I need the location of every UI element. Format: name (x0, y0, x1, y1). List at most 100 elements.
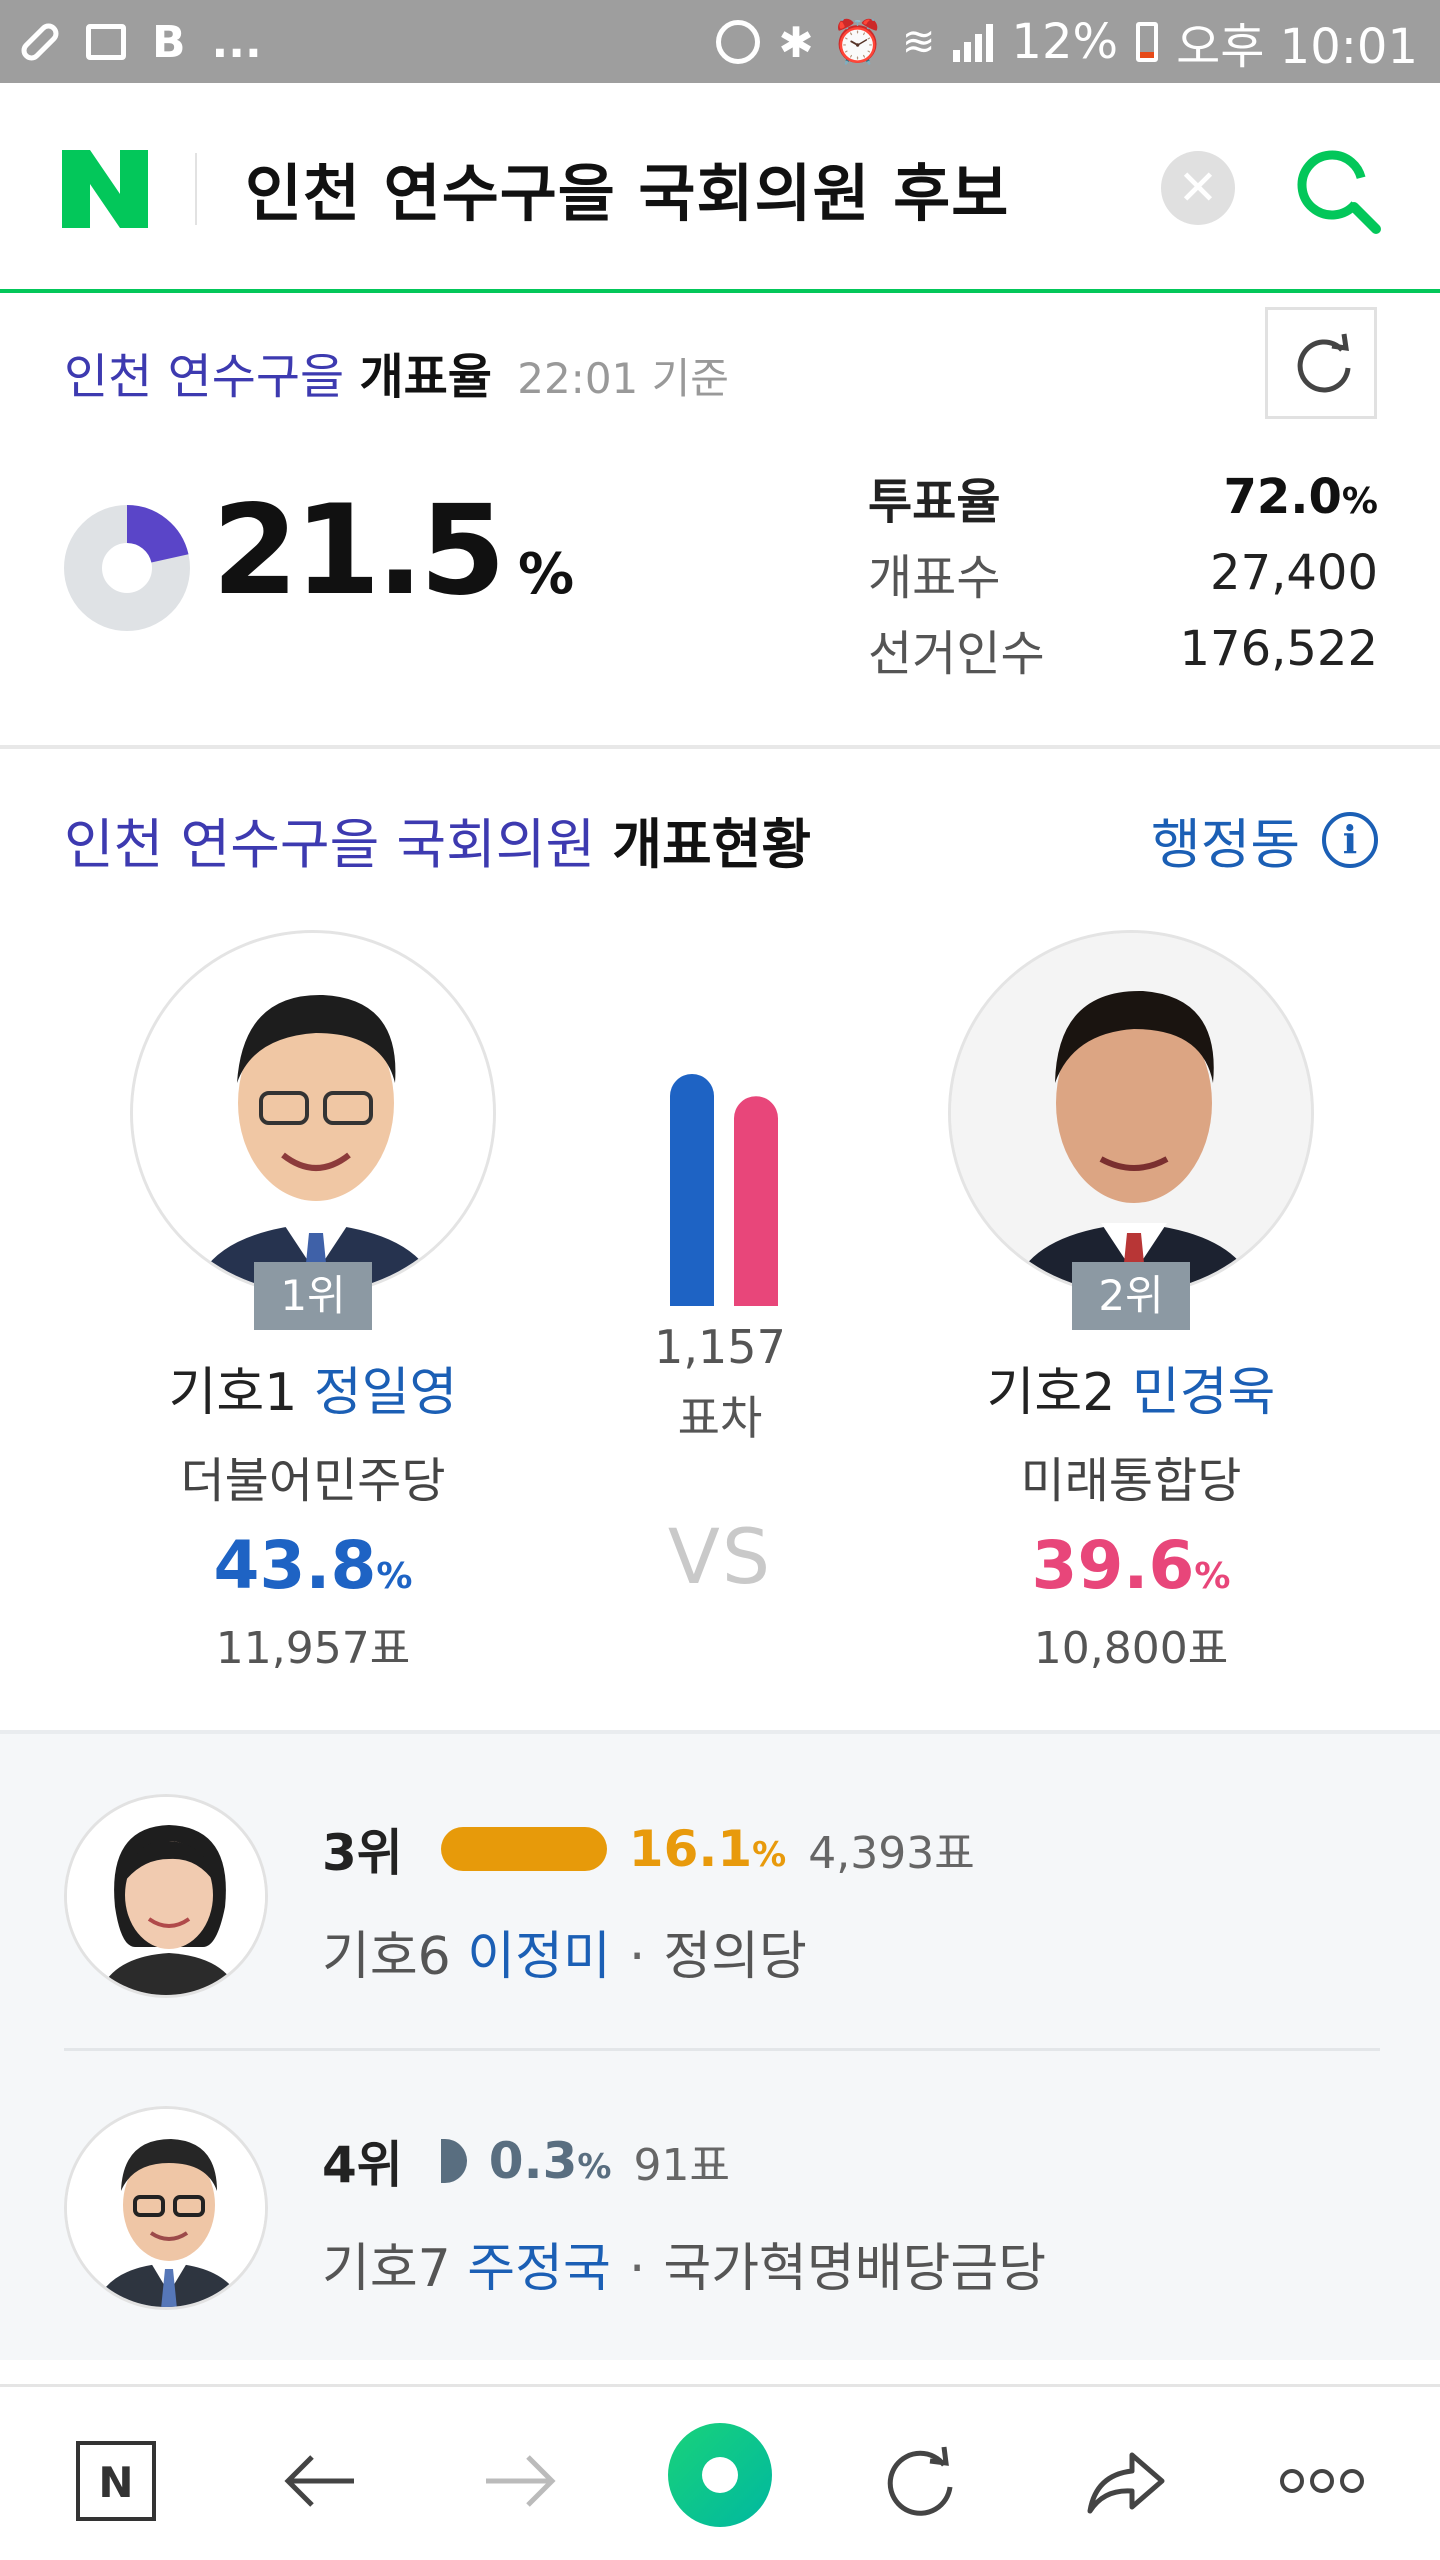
naver-home-button[interactable]: N (66, 2431, 166, 2531)
vote-share-bars (670, 1074, 778, 1306)
district-link-label: 행정동 (1150, 813, 1300, 876)
candidate-row-4[interactable]: 4위 0.3% 91표 기호7 주정국 · 국가혁명배당금당 (64, 2106, 1380, 2376)
candidate-row-3[interactable]: 3위 16.1% 4,393표 기호6 이정미 · 정의당 (64, 1794, 1380, 2064)
candidate-name-line: 기호1 정일영 (128, 1350, 498, 1425)
counting-rate-section: 인천 연수구을 개표율 22:01 기준 21.5% 투표율 72.0% 개표수… (0, 297, 1440, 747)
counted-label: 개표수 (868, 550, 1001, 606)
candidate-party: 정의당 (663, 1927, 807, 1987)
vote-share-bar (440, 2139, 467, 2183)
candidate-photo (948, 930, 1314, 1296)
back-button[interactable] (270, 2431, 370, 2531)
candidate-name[interactable]: 정일영 (314, 1363, 458, 1423)
separator-dot: · (628, 1927, 646, 1987)
search-icon[interactable] (1290, 143, 1386, 239)
candidate-name[interactable]: 주정국 (467, 2239, 611, 2299)
candidate-photo (64, 1794, 268, 1998)
rank-badge: 1위 (254, 1262, 372, 1330)
candidate-party: 국가혁명배당금당 (663, 2239, 1047, 2299)
vote-gap-label: 표차 (677, 1391, 763, 1445)
counting-rate-title: 인천 연수구을 개표율 22:01 기준 (64, 337, 729, 407)
candidate-result-line: 3위 16.1% 4,393표 (322, 1814, 975, 1884)
share-button[interactable] (1074, 2431, 1174, 2531)
candidate-number: 기호7 (322, 2239, 451, 2299)
other-candidates: 3위 16.1% 4,393표 기호6 이정미 · 정의당 4위 0.3% 91… (0, 1730, 1440, 2360)
candidate-name[interactable]: 이정미 (467, 1927, 611, 1987)
search-header: 인천 연수구을 국회의원 후보 ✕ (0, 83, 1440, 293)
more-dots-icon (1280, 2469, 1364, 2493)
candidate-rank: 4위 (322, 2136, 403, 2194)
forward-arrow-icon (486, 2455, 556, 2507)
vote-rate-row: 투표율 72.0% (868, 459, 1378, 535)
battery-icon (1136, 22, 1159, 62)
candidate-photo (130, 930, 496, 1296)
counted-row: 개표수 27,400 (868, 535, 1378, 611)
vote-bar-2 (734, 1096, 778, 1306)
vote-share-bar (440, 1827, 607, 1871)
forward-button[interactable] (470, 2431, 570, 2531)
candidate-party: 더불어민주당 (180, 1453, 446, 1509)
candidate-card-1[interactable]: 1위 기호1 정일영 더불어민주당 43.8% 11,957표 (128, 930, 498, 1676)
candidate-party: 미래통합당 (1020, 1453, 1242, 1509)
svg-text:N: N (98, 2458, 133, 2507)
candidate-pct: 16.1% (628, 1820, 787, 1878)
back-arrow-icon (284, 2455, 354, 2507)
candidate-votes: 4,393표 (808, 1828, 975, 1879)
more-button[interactable] (1272, 2431, 1372, 2531)
green-dot-button[interactable] (664, 2419, 776, 2531)
reload-icon (887, 2446, 953, 2516)
person-portrait-icon (67, 1797, 265, 1995)
candidate-result-line: 4위 0.3% 91표 (322, 2126, 730, 2196)
candidate-pct: 39.6% (1031, 1527, 1231, 1604)
rank-badge: 2위 (1072, 1262, 1190, 1330)
counting-rate-label: 개표율 (359, 349, 492, 405)
section-divider (0, 745, 1440, 749)
electorate-label: 선거인수 (868, 626, 1045, 682)
candidate-info-line: 기호7 주정국 · 국가혁명배당금당 (322, 2226, 1046, 2301)
clear-search-button[interactable]: ✕ (1161, 151, 1235, 225)
refresh-button[interactable] (1265, 307, 1377, 419)
status-bar: B ... ✱ ⏰ ≋ 12% 오후 10:01 (0, 0, 1440, 83)
naver-home-icon: N (76, 2441, 156, 2521)
info-icon[interactable]: i (1322, 811, 1378, 868)
candidate-pct: 0.3% (488, 2132, 612, 2190)
electorate-row: 선거인수 176,522 (868, 611, 1378, 687)
vote-rate-label: 투표율 (868, 474, 1001, 530)
candidate-number: 기호2 (986, 1363, 1116, 1423)
turnout-stats: 투표율 72.0% 개표수 27,400 선거인수 176,522 (868, 459, 1378, 687)
share-icon (1087, 2452, 1165, 2514)
pill-notification-icon (17, 19, 63, 65)
header-divider (195, 153, 197, 225)
clock: 오후 10:01 (1176, 19, 1418, 75)
district-link[interactable]: 행정동 i (1151, 800, 1378, 879)
counted-value: 27,400 (1210, 545, 1378, 601)
image-notification-icon (86, 24, 126, 60)
bottom-navigation: N (0, 2384, 1440, 2560)
alarm-icon: ⏰ (831, 17, 884, 66)
candidate-pct: 43.8% (213, 1527, 413, 1604)
search-query[interactable]: 인천 연수구을 국회의원 후보 (245, 143, 1009, 233)
more-notifications: ... (211, 16, 262, 68)
person-portrait-icon (67, 2109, 265, 2307)
close-icon: ✕ (1177, 160, 1219, 216)
reload-button[interactable] (870, 2431, 970, 2531)
green-dot-menu-icon (668, 2423, 772, 2527)
update-time: 22:01 기준 (517, 354, 729, 403)
naver-logo-icon[interactable] (62, 150, 148, 228)
candidate-number: 기호1 (168, 1363, 298, 1423)
counting-rate-value: 21.5% (212, 479, 575, 623)
candidate-name-line: 기호2 민경욱 (946, 1350, 1316, 1425)
data-saver-icon (716, 20, 761, 64)
candidate-number: 기호6 (322, 1927, 451, 1987)
row-divider (64, 2048, 1380, 2051)
separator-dot: · (628, 2239, 646, 2299)
candidate-votes: 91표 (633, 2140, 730, 2191)
vote-rate-value: 72.0% (1223, 469, 1378, 525)
candidate-votes: 10,800표 (1033, 1623, 1229, 1674)
wifi-icon: ≋ (901, 19, 936, 65)
candidate-info-line: 기호6 이정미 · 정의당 (322, 1914, 807, 1989)
region-label: 인천 연수구을 (64, 349, 345, 405)
candidate-name[interactable]: 민경욱 (1132, 1363, 1276, 1423)
candidate-card-2[interactable]: 2위 기호2 민경욱 미래통합당 39.6% 10,800표 (946, 930, 1316, 1676)
candidate-votes: 11,957표 (215, 1623, 411, 1674)
battery-percent: 12% (1011, 14, 1119, 70)
